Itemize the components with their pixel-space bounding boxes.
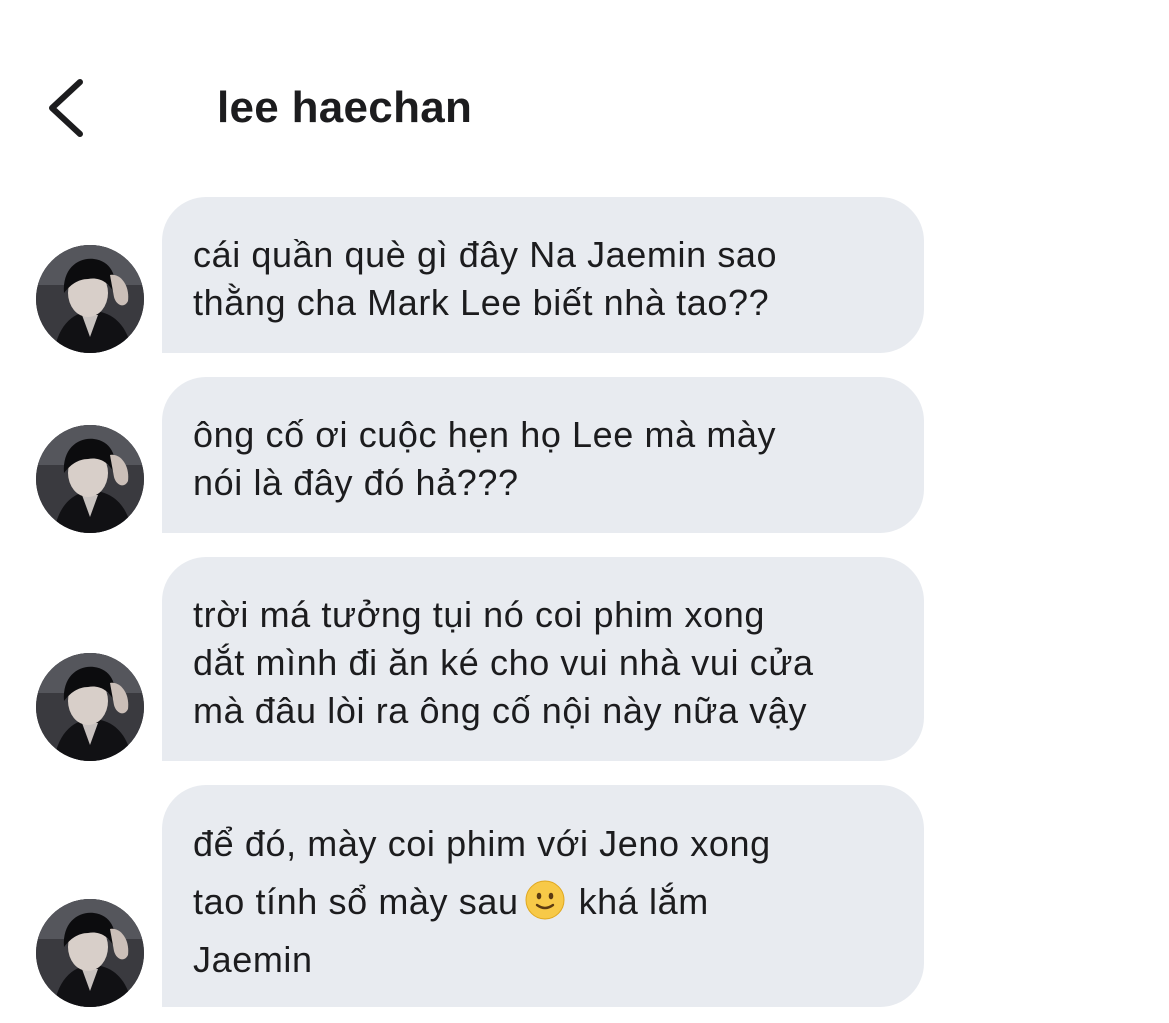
avatar[interactable]	[36, 899, 144, 1007]
slightly-smiling-face-emoji-icon	[525, 880, 565, 920]
message-text: ông cố ơi cuộc hẹn họ Lee mà mày nói là …	[193, 414, 777, 503]
message-bubble[interactable]: để đó, mày coi phim với Jeno xong tao tí…	[162, 785, 924, 1007]
message-text: để đó, mày coi phim với Jeno xong tao tí…	[193, 815, 894, 989]
avatar[interactable]	[36, 245, 144, 353]
avatar[interactable]	[36, 425, 144, 533]
message-text: cái quần què gì đây Na Jaemin sao thằng …	[193, 234, 778, 323]
avatar[interactable]	[36, 653, 144, 761]
message-bubble[interactable]: cái quần què gì đây Na Jaemin sao thằng …	[162, 197, 924, 353]
message-thread[interactable]: cái quần què gì đây Na Jaemin sao thằng …	[0, 0, 1169, 1023]
message-bubble[interactable]: ông cố ơi cuộc hẹn họ Lee mà mày nói là …	[162, 377, 924, 533]
message-bubble[interactable]: trời má tưởng tụi nó coi phim xong dắt m…	[162, 557, 924, 761]
message-text: trời má tưởng tụi nó coi phim xong dắt m…	[193, 594, 814, 731]
